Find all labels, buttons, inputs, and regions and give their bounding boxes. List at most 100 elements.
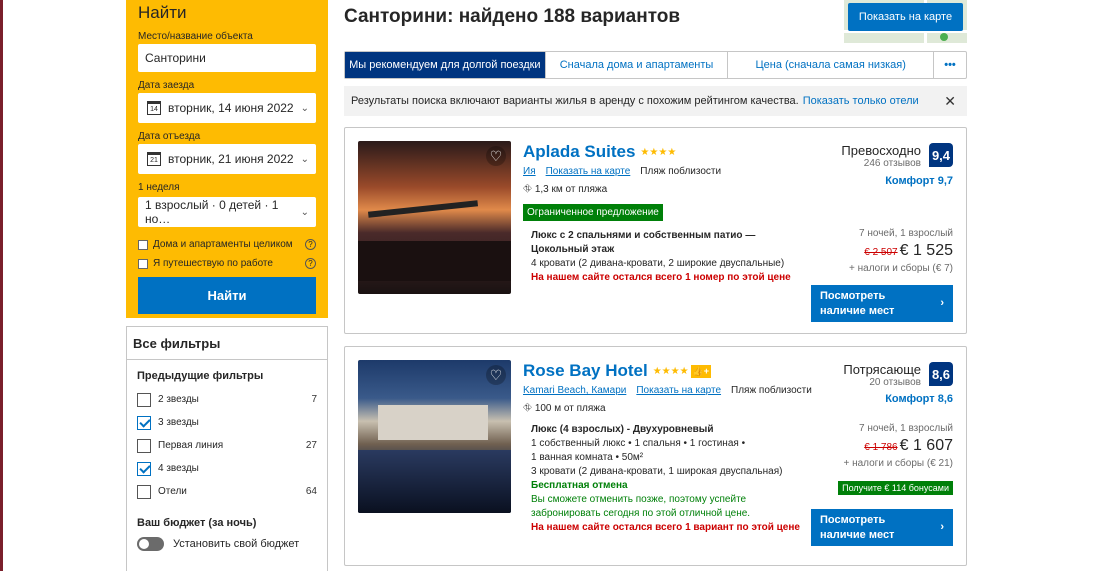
room-info: Люкс с 2 спальнями и собственным патио —… [531, 229, 801, 285]
filter-checkbox[interactable] [137, 484, 151, 499]
work-option[interactable]: Я путешествую по работе ? [138, 258, 316, 269]
homes-option[interactable]: Дома и апартаменты целиком ? [138, 239, 316, 250]
checkout-label: Дата отъезда [138, 131, 201, 142]
checkout-date-picker[interactable]: 21 вторник, 21 июня 2022 ⌄ [138, 144, 316, 174]
checkin-date-picker[interactable]: 14 вторник, 14 июня 2022 ⌄ [138, 93, 316, 123]
old-price: € 1 786 [864, 442, 898, 453]
homes-option-label: Дома и апартаменты целиком [153, 239, 293, 250]
location-link[interactable]: Kamari Beach, Камари [523, 385, 626, 396]
review-word: Потрясающе [843, 362, 921, 377]
tab-homes-first[interactable]: Сначала дома и апартаменты [546, 52, 729, 78]
room-beds: 4 кровати (2 дивана-кровати, 2 широкие д… [531, 258, 785, 269]
search-button[interactable]: Найти [138, 277, 316, 314]
star-rating-icon: ★★★★ [640, 146, 677, 158]
filter-item[interactable]: Отели 64 [127, 480, 327, 503]
location-row: Ия Показать на карте Пляж поблизости [523, 166, 721, 177]
info-bar: Результаты поиска включают варианты жиль… [344, 86, 967, 116]
price: € 1 607 [899, 437, 953, 454]
work-checkbox[interactable] [138, 258, 148, 269]
filter-item[interactable]: 2 звезды 7 [127, 388, 327, 411]
urgency-text: На нашем сайте остался всего 1 номер по … [531, 272, 791, 283]
filter-checkbox[interactable] [137, 392, 151, 407]
filter-label: 3 звезды [158, 417, 199, 428]
stay-info: 7 ночей, 1 взрослый [859, 423, 953, 434]
filter-item[interactable]: Первая линия 27 [127, 434, 327, 457]
urgency-text: На нашем сайте остался всего 1 вариант п… [531, 522, 800, 533]
distance-row: ⛗ 100 м от пляжа [523, 402, 606, 415]
price: € 1 525 [899, 242, 953, 259]
hotel-name-row: Rose Bay Hotel ★★★★ 👍+ [523, 361, 712, 381]
view-availability-button[interactable]: Посмотреть наличие мест › [811, 285, 953, 322]
review-score[interactable]: 8,6 [929, 362, 953, 386]
taxes-info: + налоги и сборы (€ 21) [843, 458, 953, 469]
guests-selector[interactable]: 1 взрослый · 0 детей · 1 но… ⌄ [138, 197, 316, 227]
destination-value: Санторини [145, 51, 206, 65]
beach-label: Пляж поблизости [640, 166, 722, 177]
filter-count: 64 [305, 486, 317, 497]
filter-item[interactable]: 4 звезды [127, 457, 327, 480]
filter-label: 4 звезды [158, 463, 199, 474]
taxes-info: + налоги и сборы (€ 7) [849, 263, 953, 274]
checkin-value: вторник, 14 июня 2022 [168, 101, 294, 115]
filters-title: Все фильтры [127, 327, 327, 360]
filter-item[interactable]: 3 звезды [127, 411, 327, 434]
chevron-right-icon: › [940, 521, 944, 533]
tab-more[interactable]: ••• [934, 52, 966, 78]
help-icon[interactable]: ? [305, 258, 316, 269]
distance-text: 1,3 км от пляжа [534, 184, 608, 195]
filter-checkbox[interactable] [137, 415, 151, 430]
hotel-photo[interactable]: ♡ [358, 141, 511, 294]
heart-icon[interactable]: ♡ [486, 365, 506, 385]
checkin-label: Дата заезда [138, 80, 195, 91]
help-icon[interactable]: ? [305, 239, 316, 250]
page-title: Санторини: найдено 188 вариантов [344, 6, 681, 27]
close-icon[interactable]: ✕ [944, 93, 956, 110]
previous-filters-title: Предыдущие фильтры [137, 370, 264, 382]
hotel-name-link[interactable]: Aplada Suites [523, 142, 635, 162]
heart-icon[interactable]: ♡ [486, 146, 506, 166]
budget-toggle-row[interactable]: Установить свой бюджет [127, 537, 327, 551]
review-summary: Превосходно 246 отзывов [841, 143, 921, 169]
comfort-score: Комфорт 8,6 [885, 393, 953, 405]
bonus-badge: Получите € 114 бонусами [838, 481, 953, 495]
view-availability-button[interactable]: Посмотреть наличие мест › [811, 509, 953, 546]
photo-detail [367, 200, 479, 218]
filters-panel: Все фильтры Предыдущие фильтры 2 звезды … [126, 326, 328, 571]
room-title: Люкс с 2 спальнями и собственным патио —… [531, 230, 756, 255]
search-title: Найти [138, 3, 187, 22]
hotel-name-link[interactable]: Rose Bay Hotel [523, 361, 648, 381]
budget-toggle-label: Установить свой бюджет [173, 538, 300, 550]
review-count: 20 отзывов [869, 377, 921, 388]
work-option-label: Я путешествую по работе [153, 258, 273, 269]
map-pin-icon [940, 33, 948, 41]
stay-info: 7 ночей, 1 взрослый [859, 228, 953, 239]
old-price: € 2 507 [864, 247, 898, 258]
calendar-icon: 14 [147, 101, 161, 115]
tab-recommended[interactable]: Мы рекомендуем для долгой поездки [345, 52, 546, 78]
destination-input[interactable]: Санторини [138, 44, 316, 72]
filter-checkbox[interactable] [137, 438, 151, 453]
chevron-down-icon: ⌄ [300, 153, 309, 165]
info-text: Результаты поиска включают варианты жиль… [351, 95, 799, 107]
tab-price-low[interactable]: Цена (сначала самая низкая) [728, 52, 935, 78]
homes-checkbox[interactable] [138, 239, 148, 250]
location-link[interactable]: Ия [523, 166, 536, 177]
walk-icon: ⛗ [523, 402, 532, 414]
checkout-value: вторник, 21 июня 2022 [168, 152, 294, 166]
price-row: € 1 786 € 1 607 [864, 437, 953, 455]
review-score[interactable]: 9,4 [929, 143, 953, 167]
sort-tabs: Мы рекомендуем для долгой поездки Сначал… [344, 51, 967, 79]
map-link[interactable]: Показать на карте [546, 166, 631, 177]
photo-detail [378, 405, 488, 440]
map-link[interactable]: Показать на карте [636, 385, 721, 396]
show-only-hotels-link[interactable]: Показать только отели [803, 95, 919, 107]
show-on-map-button[interactable]: Показать на карте [848, 3, 963, 31]
beach-label: Пляж поблизости [731, 385, 812, 396]
price-row: € 2 507 € 1 525 [864, 242, 953, 260]
room-title: Люкс (4 взрослых) - Двухуровневый [531, 424, 714, 435]
filter-checkbox[interactable] [137, 461, 151, 476]
distance-text: 100 м от пляжа [534, 403, 606, 414]
window-edge [0, 0, 3, 571]
budget-toggle[interactable] [137, 537, 164, 551]
hotel-photo[interactable]: ♡ [358, 360, 511, 513]
